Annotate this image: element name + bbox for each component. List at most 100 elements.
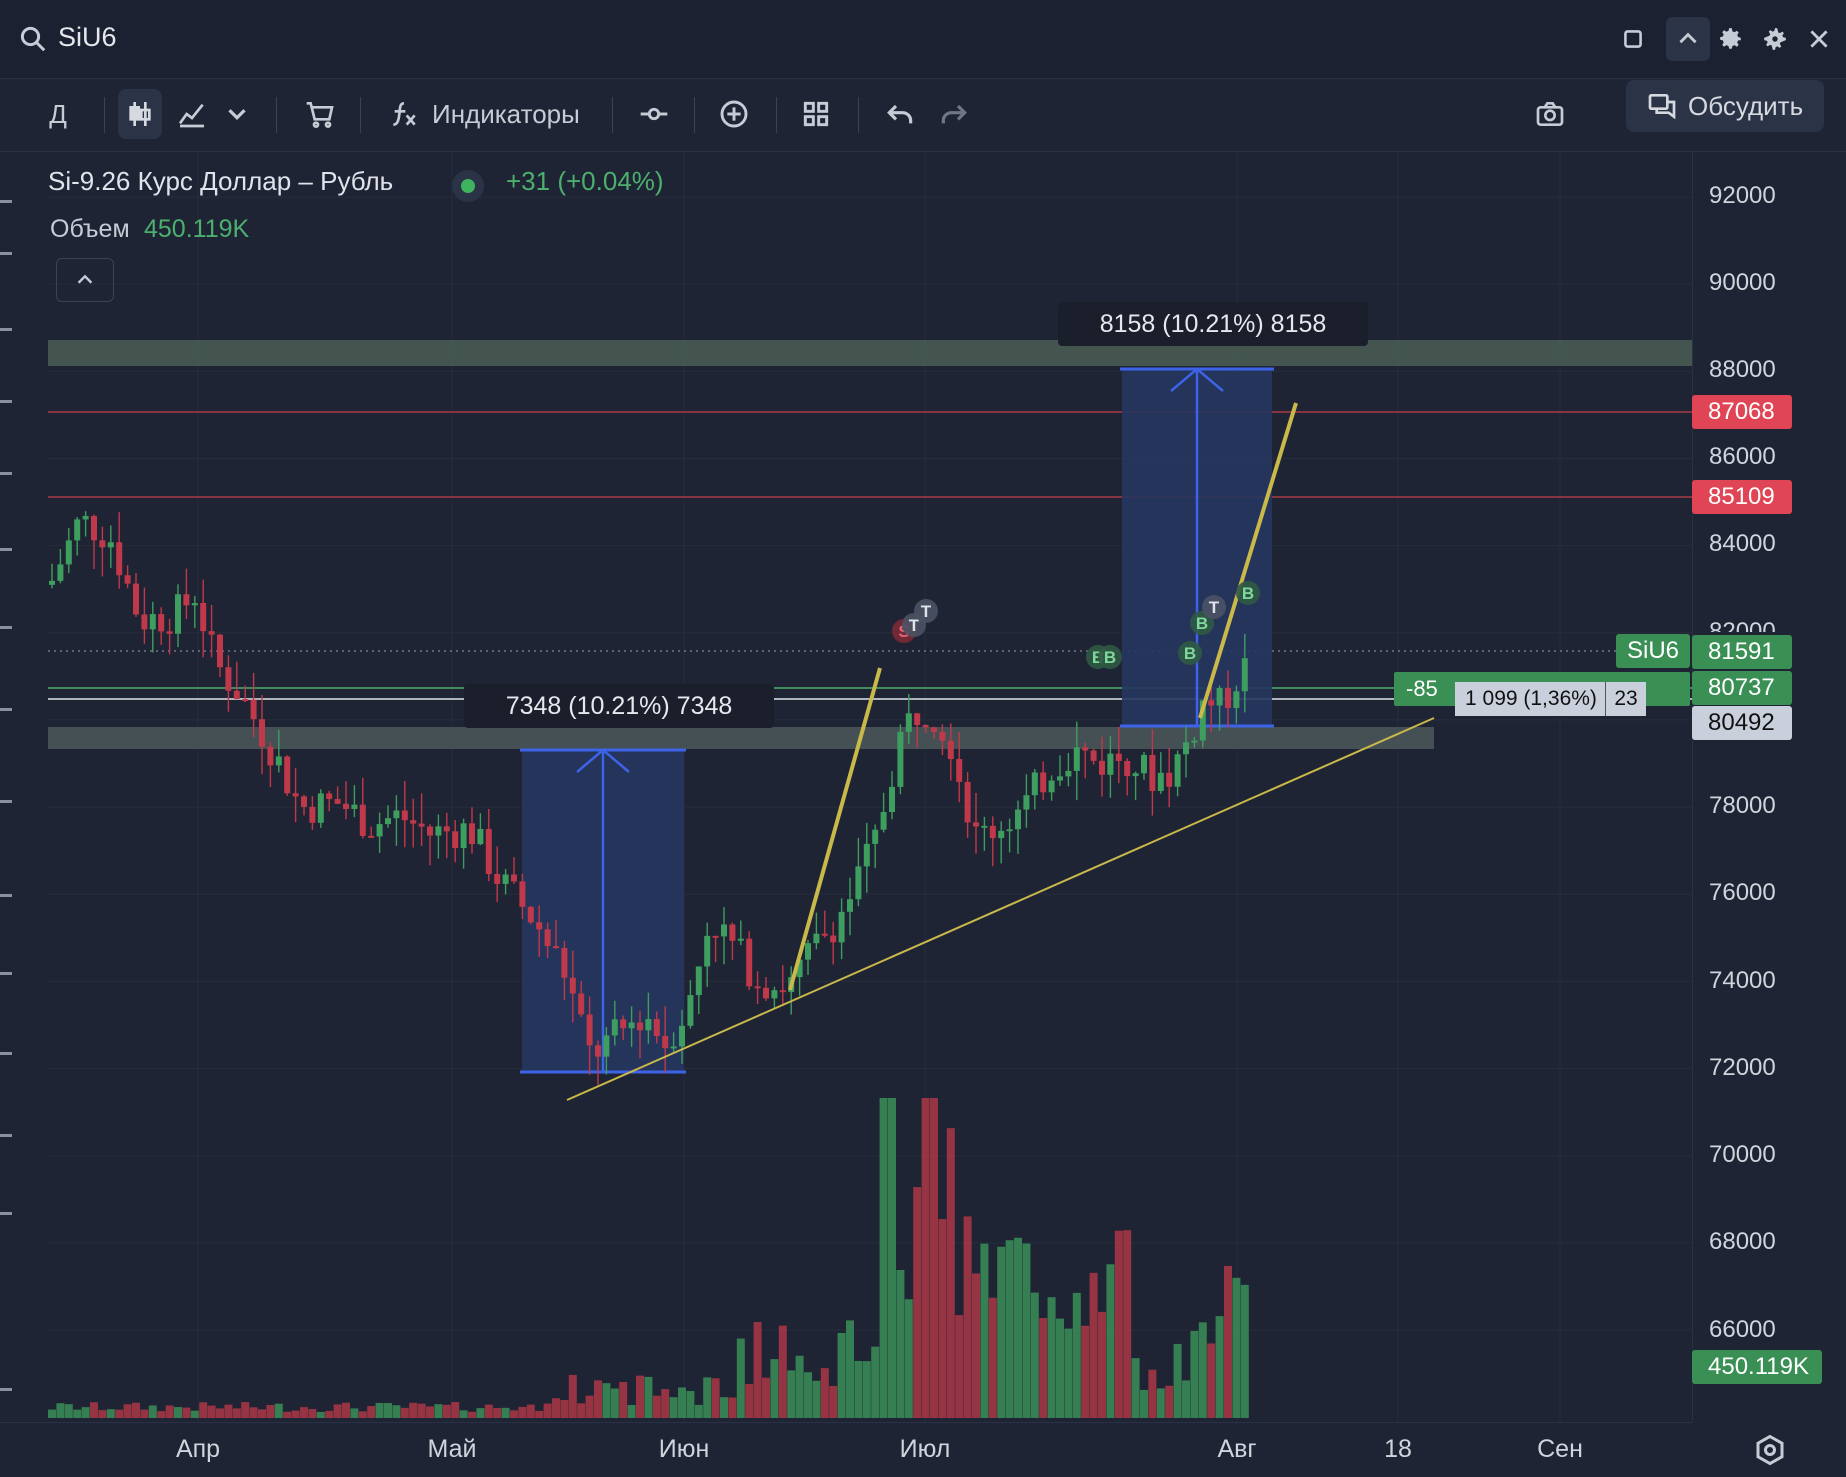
volume-bar	[300, 1407, 308, 1418]
candle-body	[544, 929, 551, 947]
axis-settings-icon[interactable]	[1752, 1432, 1788, 1468]
candle-body	[721, 924, 727, 937]
volume-bar	[543, 1403, 552, 1418]
volume-bar	[476, 1408, 485, 1418]
candle-body	[183, 594, 190, 606]
camera-icon[interactable]	[1528, 89, 1572, 139]
volume-bar	[148, 1405, 157, 1418]
candle-body	[452, 831, 459, 849]
advanced-gear-icon[interactable]	[1756, 20, 1794, 58]
volume-bar	[81, 1407, 90, 1418]
close-icon[interactable]	[1800, 20, 1838, 58]
volume-bars	[48, 1098, 1249, 1418]
price-chart[interactable]: STTBBBBTB	[0, 0, 1846, 1476]
signal-marker-label: T	[921, 602, 932, 621]
volume-bar	[115, 1409, 124, 1418]
volume-bar	[703, 1377, 712, 1418]
volume-bar	[577, 1403, 586, 1418]
candle-body	[771, 990, 778, 999]
volume-bar	[1198, 1322, 1207, 1418]
price-axis[interactable]: 92000 90000 88000 86000 84000 82000 7800…	[1692, 152, 1846, 1422]
volume-bar	[762, 1377, 770, 1418]
volume-bar	[409, 1402, 418, 1418]
volume-bar	[48, 1409, 56, 1418]
volume-bar	[384, 1403, 392, 1418]
volume-bar	[644, 1376, 653, 1418]
ticker-input[interactable]: SiU6	[58, 22, 117, 53]
volume-bar	[375, 1402, 384, 1418]
interval-button[interactable]: Д	[40, 89, 76, 139]
crosshair-dot-icon[interactable]	[632, 89, 676, 139]
price-tick: 90000	[1709, 269, 1776, 296]
candle-body	[855, 866, 862, 900]
candle-body	[217, 634, 223, 668]
grid-icon[interactable]	[794, 89, 838, 139]
volume-bar	[1165, 1385, 1174, 1418]
volume-bar	[434, 1404, 443, 1418]
volume-bar	[266, 1405, 275, 1418]
volume-bar	[325, 1410, 334, 1418]
area-chart-icon[interactable]	[170, 89, 214, 139]
cart-icon[interactable]	[298, 89, 342, 139]
search-icon[interactable]	[18, 24, 48, 54]
trend-line-support	[566, 717, 1435, 1101]
candle-body	[1124, 761, 1131, 777]
instrument-title: Si-9.26 Курс Доллар – Рубль	[48, 166, 394, 196]
candle-body	[763, 987, 769, 999]
volume-bar	[232, 1408, 241, 1418]
chart-toolbar: Д Индикаторы	[0, 79, 1846, 152]
volume-bar	[367, 1405, 376, 1418]
redo-icon[interactable]	[932, 89, 976, 139]
volume-bar	[745, 1384, 754, 1418]
gear-icon[interactable]	[1712, 20, 1750, 58]
candle-body	[989, 825, 996, 839]
volume-bar	[686, 1390, 695, 1418]
candle-body	[82, 515, 89, 520]
volume-bar	[1182, 1380, 1190, 1418]
volume-bar	[1148, 1369, 1157, 1418]
candle-body	[494, 874, 501, 884]
volume-bar	[140, 1409, 149, 1418]
volume-bar	[652, 1395, 661, 1418]
candle-body	[1057, 776, 1063, 781]
candle-body	[427, 826, 433, 836]
volume-bar	[1240, 1284, 1249, 1418]
volume-bar	[1022, 1243, 1031, 1418]
candle-body	[1006, 829, 1013, 832]
volume-bar	[333, 1404, 342, 1418]
chevron-up-icon[interactable]	[1666, 17, 1710, 61]
volume-bar	[174, 1407, 182, 1418]
volume-bar	[988, 1297, 997, 1418]
plus-circle-icon[interactable]	[712, 89, 756, 139]
candle-body	[561, 948, 568, 978]
candle-body	[124, 575, 131, 584]
support-zone	[48, 727, 1434, 749]
volume-bar	[199, 1402, 208, 1418]
time-tick: Сен	[1537, 1435, 1583, 1463]
fx-icon[interactable]	[386, 89, 422, 139]
price-tag-80737: 80737	[1692, 671, 1792, 705]
price-tick: 84000	[1709, 530, 1776, 557]
volume-bar	[787, 1370, 796, 1418]
candle-body	[149, 614, 156, 630]
candle-body	[1040, 772, 1047, 793]
volume-bar	[510, 1410, 518, 1418]
collapse-legend-button[interactable]	[56, 258, 114, 302]
candle-body	[863, 843, 870, 867]
candle-body	[662, 1035, 669, 1049]
candle-body	[679, 1025, 685, 1047]
candle-body	[905, 713, 912, 732]
undo-icon[interactable]	[878, 89, 922, 139]
square-icon[interactable]	[1614, 20, 1652, 58]
time-axis[interactable]: Апр Май Июн Июл Авг 18 Сен	[0, 1422, 1692, 1477]
volume-bar	[552, 1398, 560, 1418]
volume-bar	[1156, 1388, 1165, 1418]
candles-icon[interactable]	[118, 89, 162, 139]
candle-body	[133, 583, 139, 615]
drawing-tools-strip[interactable]	[0, 152, 14, 1422]
indicators-button[interactable]: Индикаторы	[432, 89, 592, 139]
price-tag-85109: 85109	[1692, 480, 1792, 514]
candle-body	[175, 594, 181, 634]
chevron-down-icon[interactable]	[222, 89, 252, 139]
discuss-button[interactable]: Обсудить	[1626, 80, 1824, 132]
